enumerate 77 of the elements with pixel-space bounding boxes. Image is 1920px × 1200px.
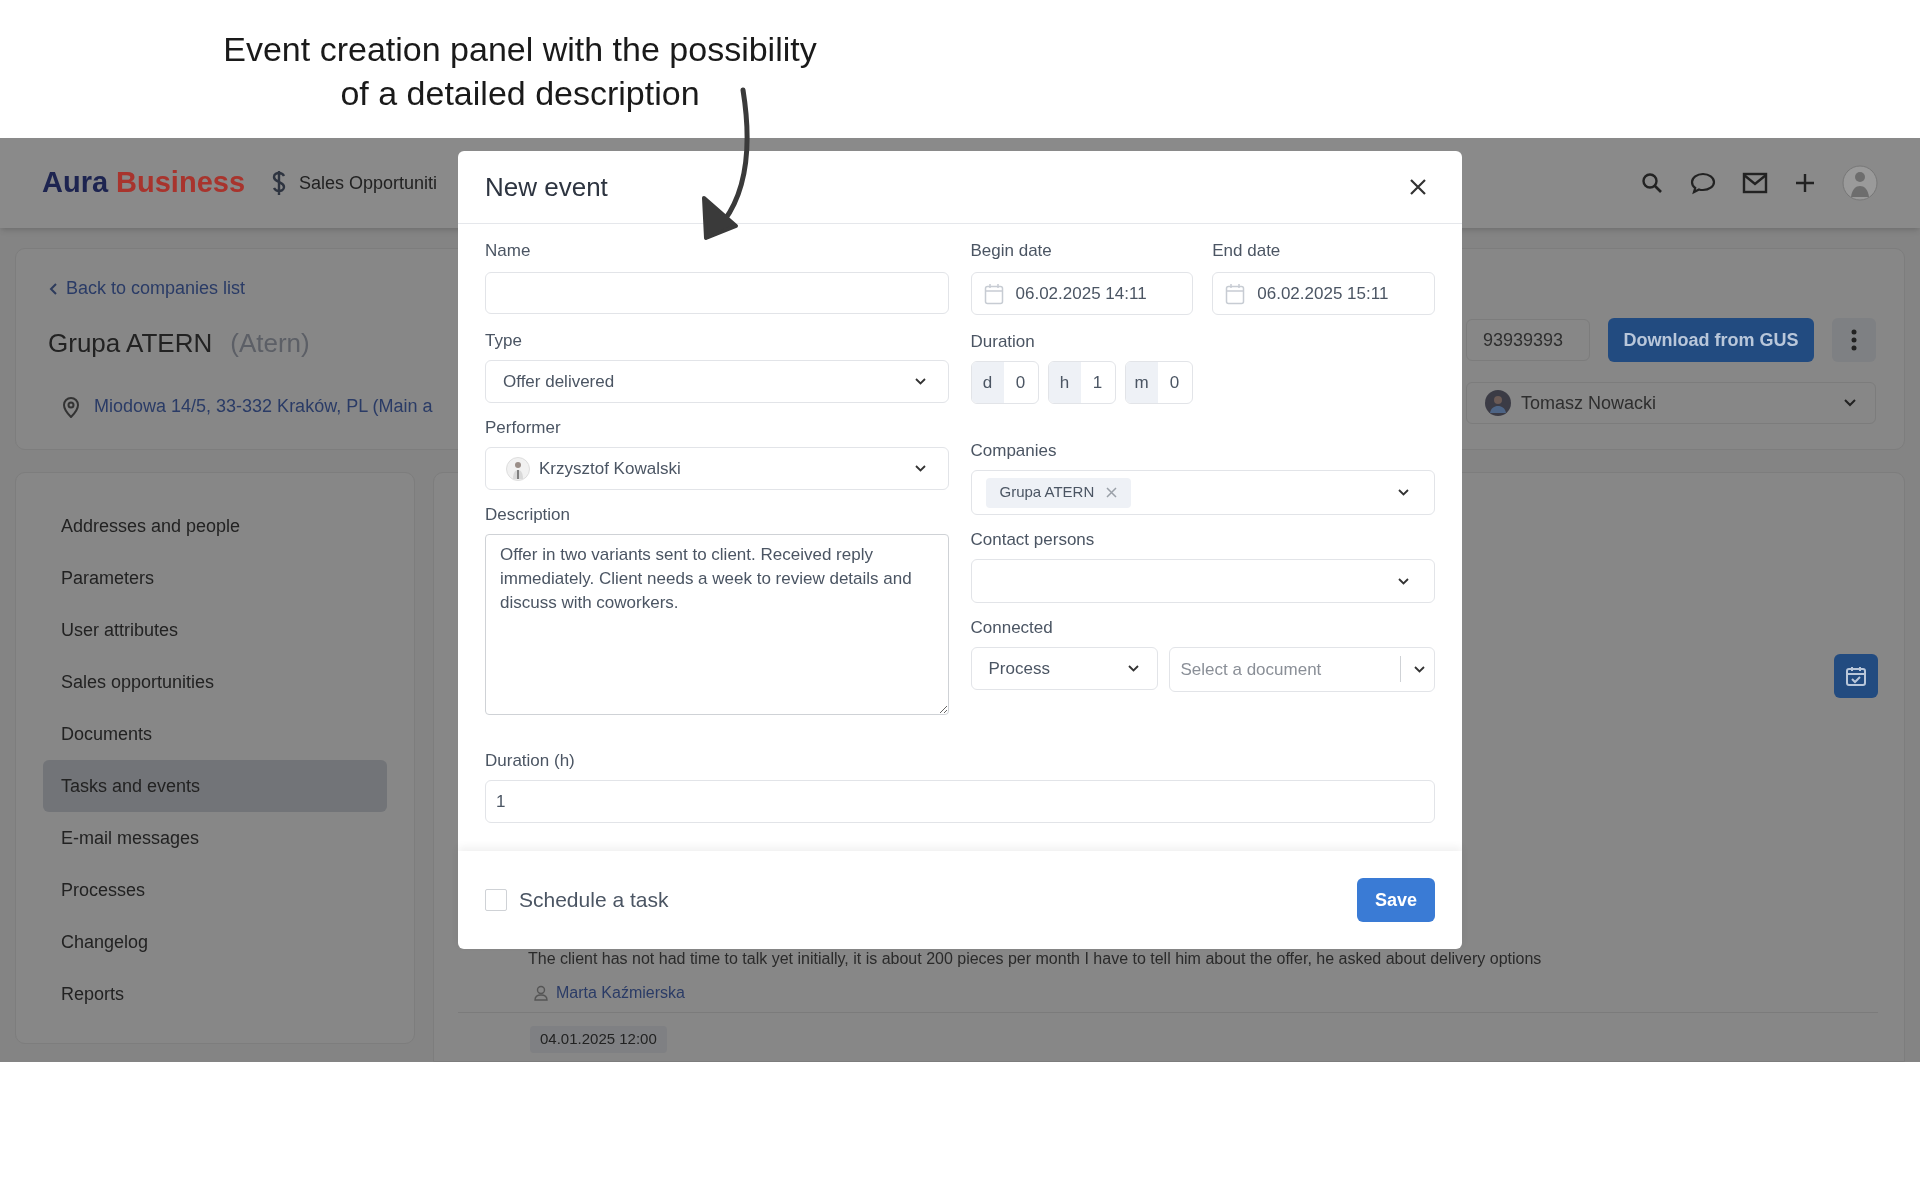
nav-link[interactable]: Sales Opportuniti (299, 169, 438, 197)
remove-icon[interactable] (1106, 487, 1118, 498)
document-select[interactable]: Select a document (1168, 647, 1435, 692)
search-icon[interactable] (1640, 171, 1664, 195)
chevron-down-icon (1397, 488, 1410, 497)
field-label: Performer (485, 417, 562, 439)
duration-hours-field[interactable]: 1 (485, 780, 1435, 823)
sidebar-item[interactable]: User attributes (43, 604, 387, 656)
calendar-button[interactable] (1834, 654, 1878, 698)
sidebar-item[interactable]: Changelog (43, 916, 387, 968)
field-label: Name (485, 240, 532, 262)
tax-id-field[interactable]: 93939393 (1466, 319, 1590, 361)
chevron-down-icon (1126, 664, 1140, 673)
field-label: Contact persons (970, 529, 1096, 551)
more-options-button[interactable] (1832, 318, 1876, 362)
author-link[interactable]: Marta Kaźmierska (556, 981, 685, 1005)
activity-note: The client has not had time to talk yet initially, it is about 200 pieces per month I have to tell him about the offer, he asked about delivery options (528, 949, 1542, 969)
duration-field[interactable]: h 1 (1047, 361, 1116, 404)
close-icon[interactable] (1409, 178, 1427, 196)
field-label: Connected (970, 617, 1054, 639)
map-pin-icon (62, 395, 80, 418)
annotation-text: of a detailed description (340, 73, 700, 114)
modal-title: New event (485, 170, 608, 204)
name-field[interactable] (485, 272, 949, 314)
person-icon (534, 985, 548, 1001)
save-button[interactable]: Save (1357, 878, 1435, 922)
duration-field[interactable]: d 0 (970, 361, 1039, 404)
avatar-icon (506, 456, 530, 481)
sidebar-item[interactable]: E-mail messages (43, 812, 387, 864)
process-select[interactable]: Process (970, 647, 1158, 690)
date-badge: 04.01.2025 12:00 (530, 1026, 667, 1053)
sidebar-item[interactable]: Addresses and people (43, 500, 387, 552)
date-field[interactable]: 06.02.2025 14:11 (970, 272, 1194, 315)
field-label: Companies (970, 440, 1058, 462)
chevron-down-icon (913, 377, 927, 386)
calendar-icon (983, 282, 1004, 305)
field-label: End date (1212, 240, 1282, 262)
field-label: Description (485, 504, 572, 526)
chevron-left-icon[interactable] (48, 281, 58, 296)
chevron-down-icon (913, 464, 927, 473)
date-field[interactable]: 06.02.2025 15:11 (1212, 272, 1435, 315)
checkbox[interactable] (485, 889, 507, 911)
chevron-down-icon (1397, 576, 1410, 586)
owner-select[interactable]: Tomasz Nowacki (1466, 382, 1876, 424)
calendar-icon (1225, 282, 1246, 305)
chevron-down-icon (1413, 665, 1426, 674)
field-label: Type (485, 330, 523, 352)
description-field[interactable]: Offer in two variants sent to client. Received reply immediately. Client needs a week to review details and discuss with coworkers. (485, 534, 949, 715)
annotation-text: Event creation panel with the possibility (223, 29, 817, 70)
type-select[interactable]: Offer delivered (485, 360, 949, 403)
calendar-check-icon (1845, 665, 1867, 687)
vertical-dots-icon (1851, 329, 1857, 351)
back-link[interactable]: Back to companies list (66, 275, 246, 302)
sidebar-item[interactable]: Sales opportunities (43, 656, 387, 708)
field-label: Duration (h) (485, 750, 576, 772)
field-label: Duration (970, 331, 1036, 353)
duration-field[interactable]: m 0 (1124, 361, 1193, 404)
company-name: Grupa ATERN (48, 327, 213, 360)
sidebar-item[interactable]: Documents (43, 708, 387, 760)
chat-bubble-icon[interactable] (1690, 171, 1716, 195)
address-link[interactable]: Miodowa 14/5, 33-332 Kraków, PL (Main a (94, 393, 433, 420)
download-button[interactable]: Download from GUS (1608, 318, 1814, 362)
field-label: Begin date (970, 240, 1053, 262)
companies-select[interactable]: Grupa ATERN (970, 470, 1435, 515)
dollar-icon[interactable] (271, 170, 288, 196)
sidebar-item[interactable]: Reports (43, 968, 387, 1020)
performer-select[interactable]: Krzysztof Kowalski (485, 447, 949, 490)
sidebar-item[interactable]: Parameters (43, 552, 387, 604)
sidebar-item[interactable]: Tasks and events (43, 760, 387, 812)
chevron-down-icon (1843, 398, 1857, 408)
mail-icon[interactable] (1742, 172, 1768, 194)
company-tag: Grupa ATERN (985, 477, 1132, 508)
avatar-icon (1485, 390, 1511, 416)
sidebar-item[interactable]: Processes (43, 864, 387, 916)
plus-icon[interactable] (1794, 172, 1816, 194)
logo: Aura Business (42, 165, 246, 201)
checkbox-label[interactable]: Schedule a task (519, 884, 669, 916)
